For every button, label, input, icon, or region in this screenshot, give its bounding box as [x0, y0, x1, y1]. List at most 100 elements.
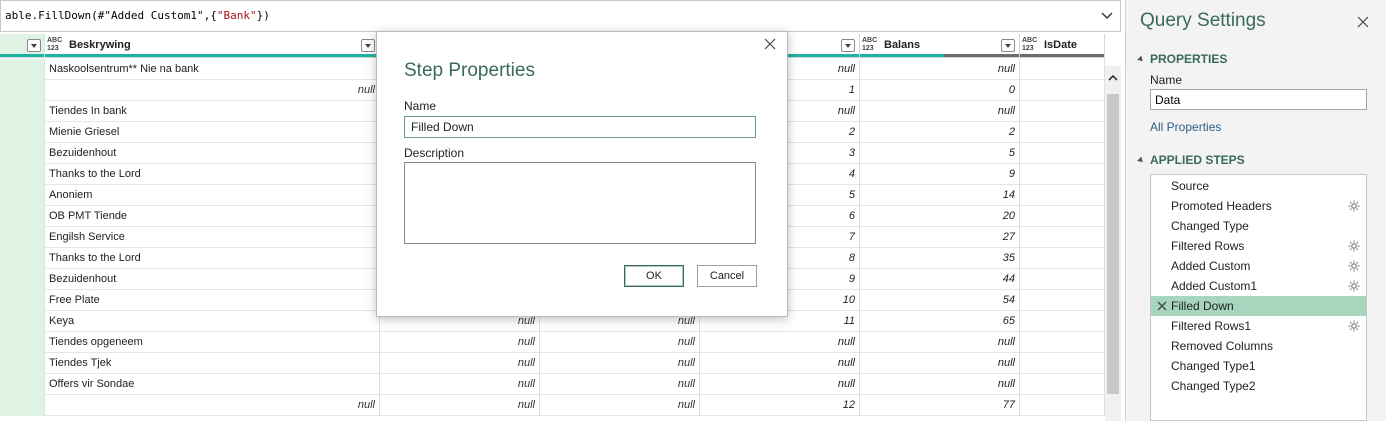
- table-cell[interactable]: 5: [860, 143, 1020, 164]
- table-cell[interactable]: Bezuidenhout: [45, 143, 380, 164]
- table-cell[interactable]: [0, 122, 45, 143]
- table-cell[interactable]: null: [380, 395, 540, 416]
- applied-step-item[interactable]: Source: [1151, 176, 1366, 196]
- table-cell[interactable]: 44: [860, 269, 1020, 290]
- table-cell[interactable]: Thanks to the Lord: [45, 164, 380, 185]
- table-cell[interactable]: null: [45, 395, 380, 416]
- type-abc123-icon[interactable]: ABC 123: [862, 37, 877, 53]
- table-cell[interactable]: [1020, 80, 1105, 101]
- table-cell[interactable]: [0, 248, 45, 269]
- formula-text[interactable]: able.FillDown(#"Added Custom1",{"Bank"}): [5, 9, 270, 22]
- table-cell[interactable]: [0, 311, 45, 332]
- table-cell[interactable]: [1020, 311, 1105, 332]
- delete-step-icon[interactable]: [1156, 300, 1168, 312]
- table-cell[interactable]: [0, 101, 45, 122]
- table-cell[interactable]: [1020, 122, 1105, 143]
- table-cell[interactable]: Tiendes Tjek: [45, 353, 380, 374]
- table-cell[interactable]: null: [540, 332, 700, 353]
- table-cell[interactable]: null: [45, 80, 380, 101]
- column-filter-button[interactable]: [361, 39, 375, 52]
- table-cell[interactable]: Free Plate: [45, 290, 380, 311]
- table-cell[interactable]: [0, 206, 45, 227]
- table-cell[interactable]: null: [860, 59, 1020, 80]
- formula-bar[interactable]: able.FillDown(#"Added Custom1",{"Bank"}): [0, 0, 1121, 32]
- table-cell[interactable]: [1020, 374, 1105, 395]
- all-properties-link[interactable]: All Properties: [1150, 120, 1221, 134]
- description-textarea[interactable]: [404, 162, 756, 244]
- applied-step-item[interactable]: Added Custom: [1151, 256, 1366, 276]
- table-cell[interactable]: [1020, 332, 1105, 353]
- applied-step-item[interactable]: Removed Columns: [1151, 336, 1366, 356]
- table-cell[interactable]: Mienie Griesel: [45, 122, 380, 143]
- table-cell[interactable]: null: [860, 332, 1020, 353]
- gear-icon[interactable]: [1348, 200, 1360, 212]
- query-name-input[interactable]: [1150, 89, 1367, 110]
- table-cell[interactable]: [1020, 395, 1105, 416]
- table-cell[interactable]: Offers vir Sondae: [45, 374, 380, 395]
- table-cell[interactable]: [0, 332, 45, 353]
- table-cell[interactable]: 27: [860, 227, 1020, 248]
- table-cell[interactable]: [1020, 353, 1105, 374]
- vertical-scrollbar[interactable]: [1105, 66, 1121, 421]
- table-cell[interactable]: Engilsh Service: [45, 227, 380, 248]
- table-cell[interactable]: 35: [860, 248, 1020, 269]
- applied-step-item[interactable]: Filtered Rows1: [1151, 316, 1366, 336]
- properties-section-header[interactable]: PROPERTIES: [1137, 52, 1227, 66]
- table-cell[interactable]: [0, 269, 45, 290]
- table-cell[interactable]: Tiendes opgeneem: [45, 332, 380, 353]
- table-cell[interactable]: [1020, 185, 1105, 206]
- table-cell[interactable]: null: [380, 353, 540, 374]
- table-cell[interactable]: 77: [860, 395, 1020, 416]
- table-cell[interactable]: null: [860, 374, 1020, 395]
- table-cell[interactable]: 2: [860, 122, 1020, 143]
- table-cell[interactable]: OB PMT Tiende: [45, 206, 380, 227]
- step-name-input[interactable]: [404, 116, 756, 138]
- type-abc123-icon[interactable]: ABC 123: [47, 37, 62, 53]
- close-icon[interactable]: [763, 37, 777, 51]
- applied-step-item[interactable]: Changed Type2: [1151, 376, 1366, 396]
- table-cell[interactable]: Thanks to the Lord: [45, 248, 380, 269]
- table-cell[interactable]: [1020, 59, 1105, 80]
- table-cell[interactable]: [0, 353, 45, 374]
- table-cell[interactable]: Naskoolsentrum** Nie na bank: [45, 59, 380, 80]
- applied-step-item[interactable]: Filled Down: [1151, 296, 1366, 316]
- table-cell[interactable]: [1020, 269, 1105, 290]
- table-cell[interactable]: null: [540, 395, 700, 416]
- cancel-button[interactable]: Cancel: [697, 265, 757, 287]
- gear-icon[interactable]: [1348, 320, 1360, 332]
- table-row[interactable]: null null null 12 77: [0, 395, 1105, 416]
- gear-icon[interactable]: [1348, 260, 1360, 272]
- table-cell[interactable]: [0, 164, 45, 185]
- applied-steps-section-header[interactable]: APPLIED STEPS: [1137, 153, 1245, 167]
- table-cell[interactable]: null: [700, 332, 860, 353]
- table-cell[interactable]: 54: [860, 290, 1020, 311]
- table-cell[interactable]: [1020, 248, 1105, 269]
- column-header-beskrywing[interactable]: ABC 123 Beskrywing: [27, 34, 380, 58]
- table-row[interactable]: Offers vir Sondae null null null null: [0, 374, 1105, 395]
- applied-step-item[interactable]: Promoted Headers: [1151, 196, 1366, 216]
- table-cell[interactable]: 9: [860, 164, 1020, 185]
- ok-button[interactable]: OK: [624, 265, 684, 287]
- table-cell[interactable]: 14: [860, 185, 1020, 206]
- column-filter-button[interactable]: [841, 39, 855, 52]
- table-cell[interactable]: [0, 227, 45, 248]
- table-cell[interactable]: [1020, 290, 1105, 311]
- table-cell[interactable]: null: [540, 353, 700, 374]
- column-header-isdate[interactable]: ABC 123 IsDate: [1020, 34, 1105, 58]
- table-cell[interactable]: null: [380, 332, 540, 353]
- applied-step-item[interactable]: Changed Type: [1151, 216, 1366, 236]
- table-cell[interactable]: [1020, 101, 1105, 122]
- table-cell[interactable]: [0, 395, 45, 416]
- table-cell[interactable]: null: [700, 353, 860, 374]
- chevron-down-icon[interactable]: [1100, 8, 1114, 22]
- table-cell[interactable]: [0, 290, 45, 311]
- table-cell[interactable]: [0, 374, 45, 395]
- close-icon[interactable]: [1356, 15, 1370, 29]
- table-cell[interactable]: null: [540, 374, 700, 395]
- column-filter-button[interactable]: [1001, 39, 1015, 52]
- table-cell[interactable]: 12: [700, 395, 860, 416]
- table-cell[interactable]: [0, 143, 45, 164]
- table-cell[interactable]: null: [700, 374, 860, 395]
- table-cell[interactable]: [1020, 206, 1105, 227]
- gear-icon[interactable]: [1348, 240, 1360, 252]
